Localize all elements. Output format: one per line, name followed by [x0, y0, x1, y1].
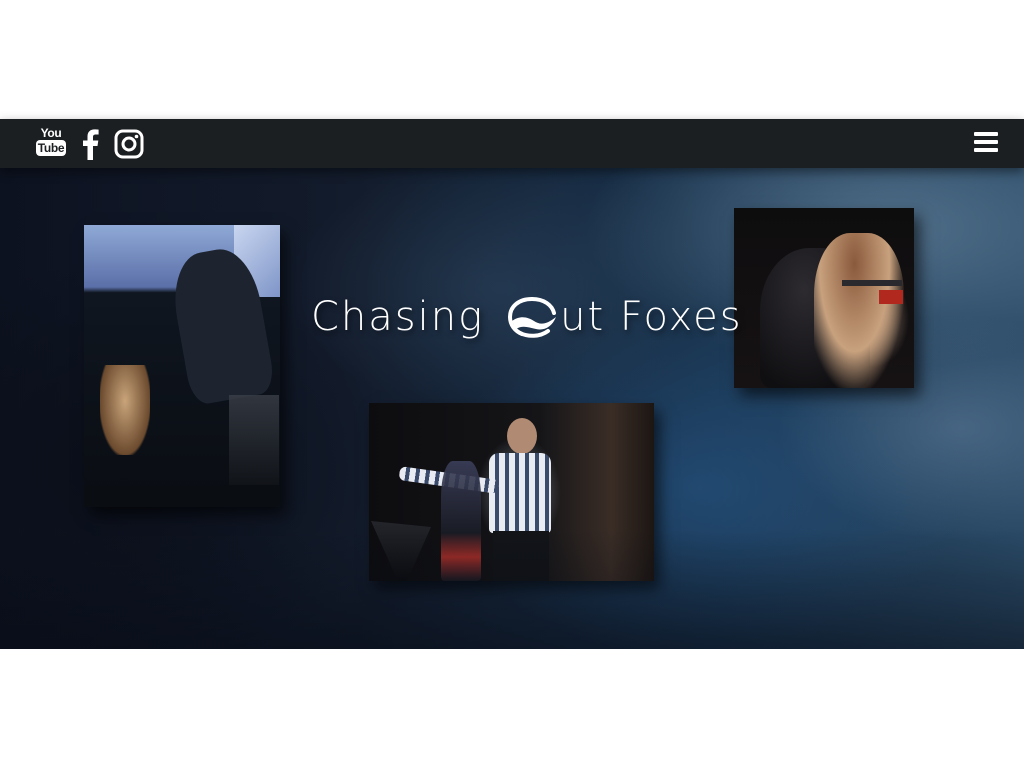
vocalist-front	[814, 233, 904, 388]
singer-pants	[493, 531, 549, 581]
youtube-icon: You Tube	[35, 126, 67, 161]
site-title-part-1: Chasing	[311, 294, 485, 340]
instagram-link[interactable]	[114, 129, 144, 159]
singer-figure	[100, 365, 150, 455]
instagram-icon	[114, 129, 144, 159]
facebook-icon	[83, 129, 99, 160]
fox-logo-icon	[508, 297, 557, 338]
worship-leader-photo[interactable]	[84, 225, 280, 507]
hamburger-menu-icon-bar	[974, 132, 998, 136]
site-title-part-2: ut Foxes	[560, 294, 743, 340]
top-navbar: You Tube	[0, 119, 1024, 168]
page: You Tube Chasing ut Foxes	[0, 0, 1024, 768]
facebook-link[interactable]	[80, 128, 100, 160]
music-stand	[371, 521, 431, 581]
guitarist	[441, 461, 481, 581]
singer-plaid-shirt	[489, 453, 551, 533]
singer-head	[507, 418, 537, 454]
social-links: You Tube	[35, 125, 144, 163]
youtube-icon-you: You	[40, 126, 62, 140]
hero-banner: Chasing ut Foxes	[0, 168, 1024, 649]
singer-on-stage-photo[interactable]	[369, 403, 654, 581]
hamburger-menu-icon-bar	[974, 140, 998, 144]
youtube-link[interactable]: You Tube	[35, 126, 67, 161]
hamburger-menu-icon-bar	[974, 148, 998, 152]
hamburger-menu-button[interactable]	[974, 132, 998, 154]
stage-equipment	[229, 395, 279, 485]
youtube-icon-tube: Tube	[35, 140, 67, 156]
vocalists-photo[interactable]	[734, 208, 914, 388]
exit-sign	[879, 290, 903, 304]
microphone	[842, 280, 902, 286]
site-title[interactable]: Chasing ut Foxes	[311, 287, 743, 347]
